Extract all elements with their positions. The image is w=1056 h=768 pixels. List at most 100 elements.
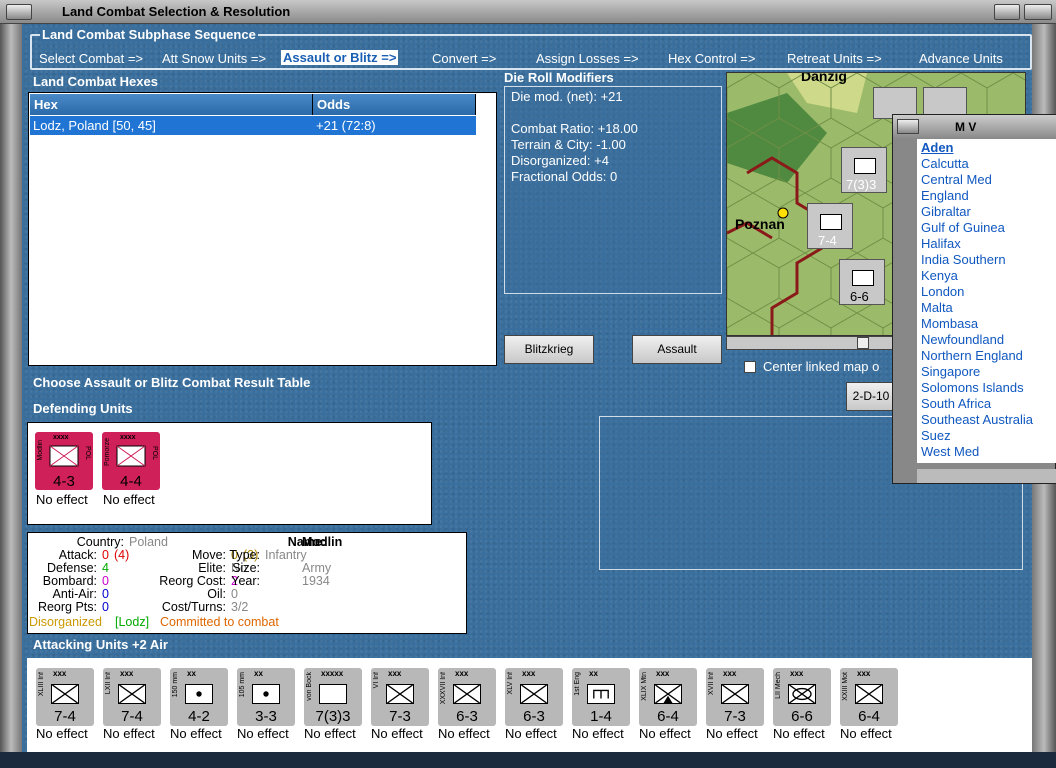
attacker-counter[interactable]: xxx LII Mech 6-6 [773,668,831,726]
attacker-counter[interactable]: xxx XLIX Mtn 6-4 [639,668,697,726]
crt-button[interactable]: 2-D-10 [846,382,896,411]
unit-size: xxx [522,669,536,678]
mv-list-item[interactable]: India Southern [921,252,1006,267]
subphase-title: Land Combat Subphase Sequence [40,27,258,42]
attacker-effect: No effect [36,726,88,741]
attacker-counter[interactable]: xxxxx von Bock 7(3)3 [304,668,362,726]
defender-counter-modlin[interactable]: Modlin POL xxxx 4-3 [35,432,93,490]
map-scrollbar[interactable] [726,336,896,350]
mv-list-item[interactable]: Aden [921,140,954,155]
blitzkrieg-button[interactable]: Blitzkrieg [504,335,594,364]
unit-size: xxx [790,669,804,678]
unit-symbol-icon [51,684,79,704]
mv-list-item[interactable]: England [921,188,969,203]
maximize-button[interactable] [1024,4,1052,20]
attacker-effect: No effect [438,726,490,741]
mv-list-item[interactable]: Singapore [921,364,980,379]
attacker-effect: No effect [639,726,691,741]
mv-list-item[interactable]: Halifax [921,236,961,251]
map-counter-hq[interactable]: 7(3)3 [841,147,887,193]
hex-cell: Lodz, Poland [50, 45] [33,118,156,133]
unit-symbol-icon [654,684,682,704]
table-row[interactable]: Lodz, Poland [50, 45] +21 (72:8) [30,116,476,135]
attacker-counter[interactable]: xx 1st Eng 1-4 [572,668,630,726]
mv-list-item[interactable]: Calcutta [921,156,969,171]
unit-name: LII Mech [775,672,782,699]
center-map-checkbox[interactable] [744,361,756,373]
phase-select-combat[interactable]: Select Combat => [39,51,143,66]
map-view-window[interactable]: M V Aden Calcutta Central Med England Gibral… [892,114,1056,484]
mv-list-item[interactable]: Solomons Islands [921,380,1024,395]
phase-retreat[interactable]: Retreat Units => [787,51,882,66]
mv-list-item[interactable]: West Med [921,444,979,459]
col-odds-header[interactable]: Odds [313,94,476,115]
attacker-counter[interactable]: xxx XXXVII Inf 6-3 [438,668,496,726]
attacker-counter[interactable]: xxx LXII Inf 7-4 [103,668,161,726]
attacker-effect: No effect [371,726,423,741]
mv-list-item[interactable]: Kenya [921,268,958,283]
attackers-panel: xxx XLIII Inf 7-4 No effect xxx LXII Inf 7-4 No… [27,658,1032,752]
mv-list-item[interactable]: Southeast Australia [921,412,1033,427]
phase-att-snow[interactable]: Att Snow Units => [162,51,266,66]
info-year: 1934 [302,574,330,588]
infantry-icon [49,445,79,467]
attacker-counter[interactable]: xxx XXIII Mot 6-4 [840,668,898,726]
unit-symbol-icon [788,684,816,704]
attacker-counter[interactable]: xx 105 mm 3-3 [237,668,295,726]
mv-location-list[interactable]: Aden Calcutta Central Med England Gibraltar G… [917,139,1056,463]
mv-list-item[interactable]: Gibraltar [921,204,971,219]
phase-hex-control[interactable]: Hex Control => [668,51,755,66]
mv-list-item[interactable]: Suez [921,428,951,443]
mv-list-item[interactable]: London [921,284,964,299]
unit-value: 6-3 [456,708,478,725]
attacker-counter[interactable]: xxx XLIII Inf 7-4 [36,668,94,726]
title-bar[interactable]: Land Combat Selection & Resolution [0,0,1056,24]
info-status-committed: Committed to combat [160,615,279,629]
mv-list-item[interactable]: Mombasa [921,316,978,331]
info-attack: 0 [102,548,109,562]
defender-counter-pomorze[interactable]: Pomorze POL xxxx 4-4 [102,432,160,490]
unit-name: LXII Inf [105,672,112,695]
mv-title-bar[interactable]: M V [893,115,1056,139]
unit-symbol-icon [319,684,347,704]
mv-list-item[interactable]: Northern England [921,348,1023,363]
attacker-counter[interactable]: xxx VI Inf 7-3 [371,668,429,726]
map-city-danzig: Danzig [801,72,847,84]
phase-convert[interactable]: Convert => [432,51,496,66]
phase-assign-losses[interactable]: Assign Losses => [536,51,639,66]
unit-name: XLV Inf [507,672,514,695]
attacker-counter[interactable]: xx 150 mm 4-2 [170,668,228,726]
mv-menu-button[interactable] [897,119,919,134]
attacker-counter[interactable]: xxx XVII Inf 7-3 [706,668,764,726]
phase-assault-blitz[interactable]: Assault or Blitz => [281,50,399,65]
info-defense: 4 [102,561,109,575]
menu-button[interactable] [6,4,32,20]
col-hex-header[interactable]: Hex [30,94,313,115]
phase-advance[interactable]: Advance Units [919,51,1003,66]
unit-size: xx [589,669,598,678]
map-counter-inf[interactable]: 7-4 [807,203,853,249]
unit-value: 7-4 [121,708,143,725]
minimize-button[interactable] [994,4,1020,20]
map-counter-mech[interactable]: 6-6 [839,259,885,305]
unit-value: 3-3 [255,708,277,725]
unit-size: xxx [857,669,871,678]
mv-list-item[interactable]: South Africa [921,396,991,411]
unit-info-panel: Country: Poland Attack: 0 (4) Defense: 4 Bom… [27,532,467,634]
unit-value: 7-4 [54,708,76,725]
mv-list-item[interactable]: Newfoundland [921,332,1004,347]
mv-list-item[interactable]: Gulf of Guinea [921,220,1005,235]
attacker-counter[interactable]: xxx XLV Inf 6-3 [505,668,563,726]
mv-list-item[interactable]: Central Med [921,172,992,187]
assault-button[interactable]: Assault [632,335,722,364]
odds-cell: +21 (72:8) [316,118,376,133]
window-frame-left [0,24,22,752]
die-frac: Fractional Odds: 0 [511,169,618,184]
unit-value: 6-4 [858,708,880,725]
info-type: Infantry [265,548,307,562]
info-size: Army [302,561,332,575]
die-net: Die mod. (net): +21 [511,89,623,104]
mv-scrollbar[interactable] [917,469,1056,483]
attacker-effect: No effect [505,726,557,741]
mv-list-item[interactable]: Malta [921,300,953,315]
